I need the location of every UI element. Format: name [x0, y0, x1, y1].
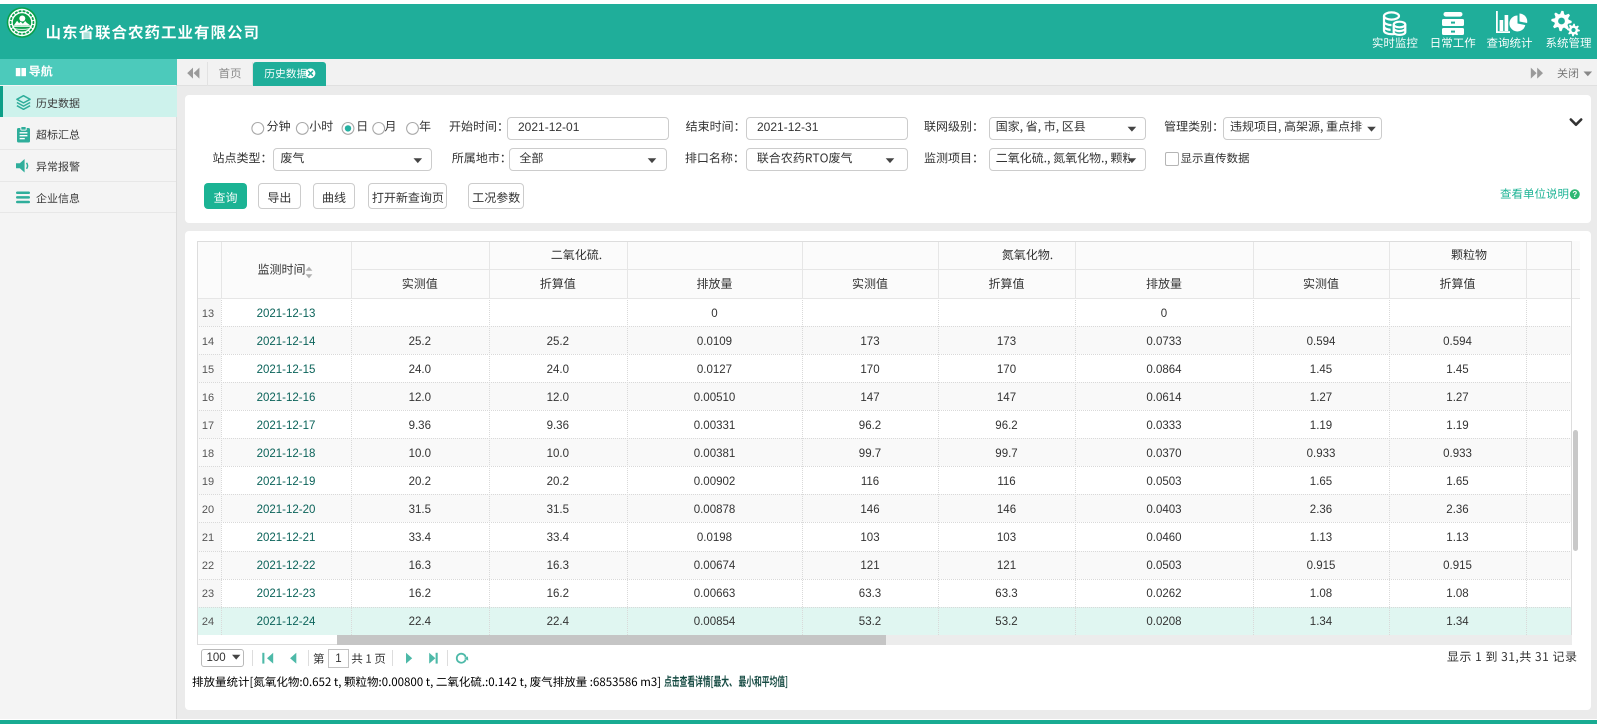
svg-text:?: ?: [1572, 190, 1577, 199]
